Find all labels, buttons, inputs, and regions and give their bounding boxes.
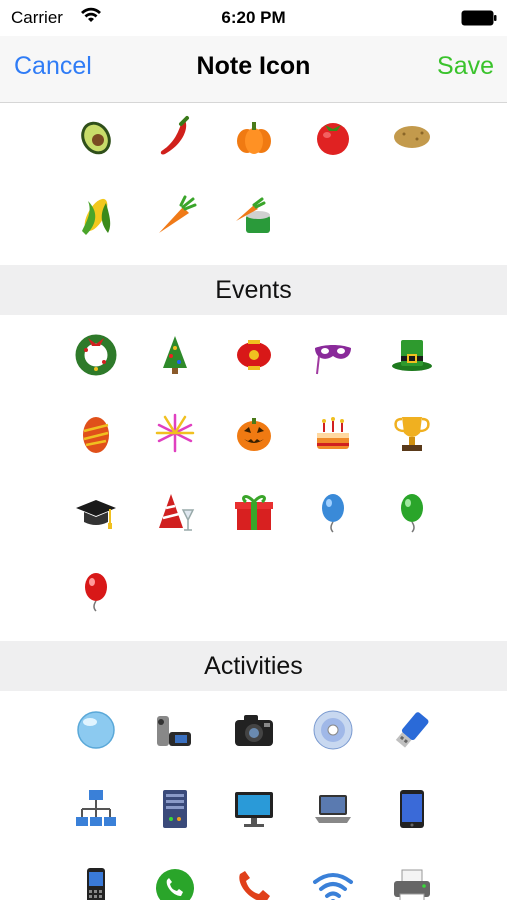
mobile-phone-icon xyxy=(87,868,105,900)
navigation-bar: Cancel Note Icon Save xyxy=(0,36,507,103)
tomato-icon xyxy=(317,123,349,155)
icon-option[interactable] xyxy=(63,321,129,387)
icon-option[interactable] xyxy=(142,855,208,900)
birthday-cake-icon xyxy=(317,417,349,449)
icon-option[interactable] xyxy=(221,321,287,387)
section-header-events: Events xyxy=(0,265,507,315)
camera-icon xyxy=(235,715,273,746)
chinese-lantern-icon xyxy=(237,340,271,370)
icon-option[interactable] xyxy=(300,697,366,763)
monitor-icon xyxy=(235,792,273,827)
icon-option[interactable] xyxy=(300,103,366,169)
icon-option[interactable] xyxy=(63,103,129,169)
icon-option[interactable] xyxy=(63,776,129,842)
jack-o-lantern-icon xyxy=(237,418,271,451)
icon-picker-scroll[interactable]: Events Activities xyxy=(0,103,507,900)
icon-option[interactable] xyxy=(142,400,208,466)
clock: 6:20 PM xyxy=(221,8,286,27)
cd-disc-icon xyxy=(313,710,353,750)
party-hat-icon xyxy=(159,494,195,531)
masquerade-mask-icon xyxy=(315,345,351,375)
pumpkin-icon xyxy=(237,122,271,154)
icon-option[interactable] xyxy=(221,479,287,545)
status-bar: Carrier 6:20 PM xyxy=(0,0,507,36)
chili-pepper-icon xyxy=(160,116,189,155)
icon-option[interactable] xyxy=(379,697,445,763)
icon-option[interactable] xyxy=(142,479,208,545)
icon-option[interactable] xyxy=(221,855,287,900)
christmas-wreath-icon xyxy=(75,334,117,376)
red-balloon-icon xyxy=(85,573,107,612)
trophy-icon xyxy=(394,417,430,451)
green-phone-icon xyxy=(156,869,194,900)
section-title: Activities xyxy=(204,651,303,680)
canned-carrots-icon xyxy=(236,197,270,233)
icon-option[interactable] xyxy=(221,697,287,763)
section-header-activities: Activities xyxy=(0,641,507,691)
blue-balloon-icon xyxy=(322,494,344,533)
printer-icon xyxy=(394,869,430,900)
icon-option[interactable] xyxy=(379,321,445,387)
camcorder-icon xyxy=(157,716,191,746)
carrot-icon xyxy=(159,195,197,233)
graduation-cap-icon xyxy=(76,500,116,529)
icon-option[interactable] xyxy=(300,400,366,466)
icon-option[interactable] xyxy=(63,479,129,545)
icon-option[interactable] xyxy=(142,697,208,763)
leprechaun-hat-icon xyxy=(392,340,432,371)
save-button[interactable]: Save xyxy=(437,52,494,81)
icon-option[interactable] xyxy=(63,400,129,466)
easter-egg-icon xyxy=(83,417,109,453)
icon-option[interactable] xyxy=(63,182,129,248)
icon-option[interactable] xyxy=(300,855,366,900)
icon-option[interactable] xyxy=(142,321,208,387)
icon-option[interactable] xyxy=(379,776,445,842)
icon-option[interactable] xyxy=(142,103,208,169)
icon-option[interactable] xyxy=(142,182,208,248)
icon-option[interactable] xyxy=(379,103,445,169)
icon-option[interactable] xyxy=(221,400,287,466)
tablet-icon xyxy=(400,790,424,828)
page-title: Note Icon xyxy=(196,52,311,80)
icon-option[interactable] xyxy=(300,321,366,387)
icon-option[interactable] xyxy=(300,776,366,842)
laptop-icon xyxy=(315,795,351,823)
green-balloon-icon xyxy=(401,494,423,533)
avocado-icon xyxy=(81,121,111,155)
icon-option[interactable] xyxy=(300,479,366,545)
icon-option[interactable] xyxy=(221,103,287,169)
icon-option[interactable] xyxy=(221,776,287,842)
gift-box-icon xyxy=(235,495,273,530)
potato-icon xyxy=(394,126,430,148)
fireworks-icon xyxy=(155,413,195,453)
crystal-ball-icon xyxy=(77,711,115,749)
christmas-tree-icon xyxy=(163,336,187,374)
corn-icon xyxy=(82,198,111,235)
battery-icon xyxy=(461,10,497,26)
icon-option[interactable] xyxy=(379,400,445,466)
usb-drive-icon xyxy=(395,712,429,748)
server-icon xyxy=(163,790,187,828)
icon-option[interactable] xyxy=(63,697,129,763)
icon-option[interactable] xyxy=(221,182,287,248)
network-icon xyxy=(76,790,116,826)
icon-option[interactable] xyxy=(379,479,445,545)
section-title: Events xyxy=(215,275,292,304)
red-phone-icon xyxy=(239,871,270,900)
icon-option[interactable] xyxy=(63,855,129,900)
icon-option[interactable] xyxy=(142,776,208,842)
icon-option[interactable] xyxy=(63,558,129,624)
wifi-signal-icon xyxy=(313,873,353,900)
icon-option[interactable] xyxy=(379,855,445,900)
